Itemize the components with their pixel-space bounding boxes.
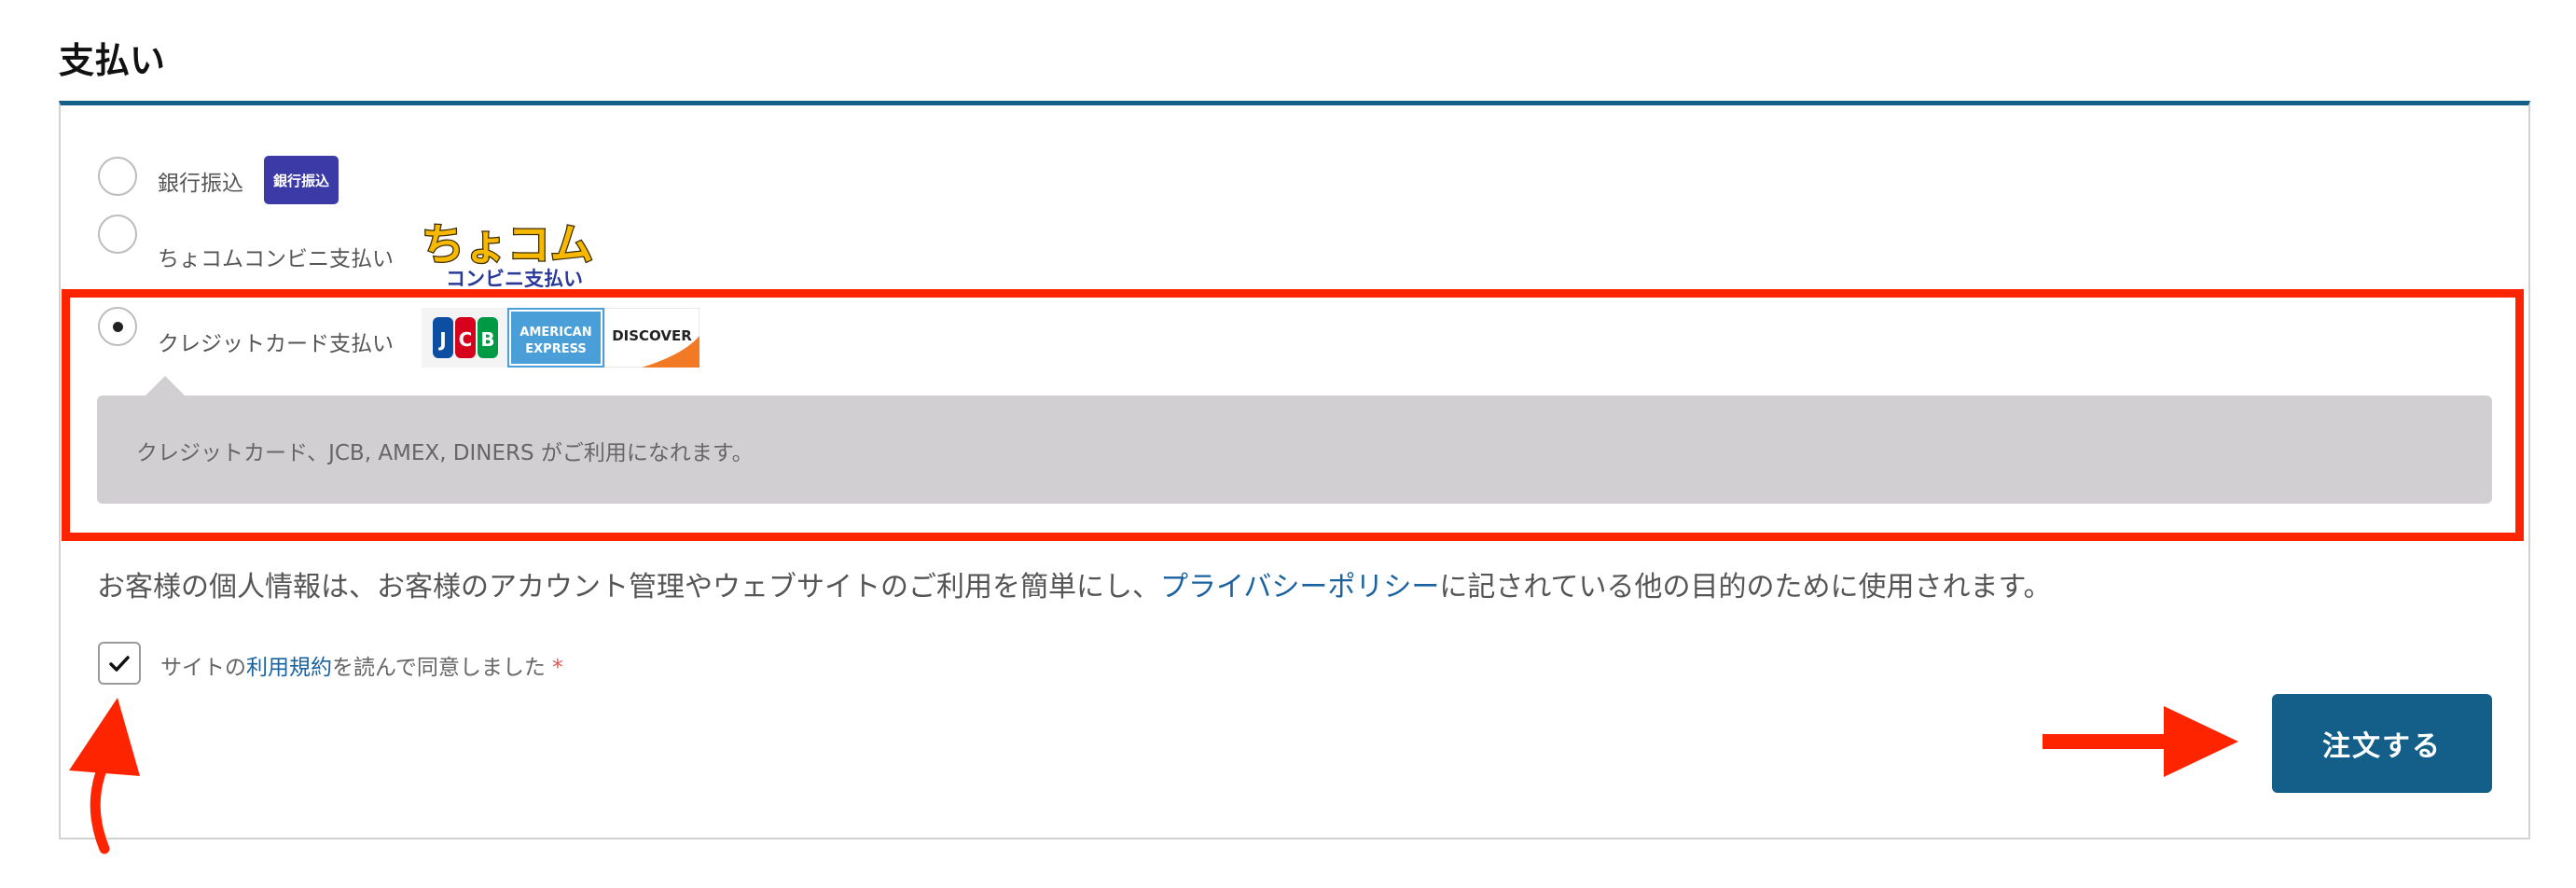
svg-text:B: B <box>480 328 494 351</box>
checkmark-icon <box>109 656 130 672</box>
jcb-logo: J C B <box>422 308 507 368</box>
chocom-logo-text: ちょコム <box>422 219 593 270</box>
privacy-text-before: お客様の個人情報は、お客様のアカウント管理やウェブサイトのご利用を簡単にし、 <box>97 571 1160 604</box>
terms-text-before: サイトの <box>160 656 246 680</box>
amex-logo: AMERICAN EXPRESS <box>507 308 604 368</box>
privacy-notice: お客様の個人情報は、お客様のアカウント管理やウェブサイトのご利用を簡単にし、プラ… <box>97 563 2052 604</box>
radio-selected-dot <box>112 321 123 332</box>
terms-text-after: を読んで同意しました <box>332 656 546 680</box>
svg-text:J: J <box>437 328 446 351</box>
radio-chocom[interactable] <box>98 215 137 254</box>
svg-text:C: C <box>459 328 473 351</box>
label-chocom: ちょコムコンビニ支払い <box>158 247 394 271</box>
credit-card-info-text: クレジットカード、JCB, AMEX, DINERS がご利用になれます。 <box>136 441 754 465</box>
label-credit-card: クレジットカード支払い <box>158 332 394 356</box>
svg-text:DISCOVER: DISCOVER <box>612 327 692 344</box>
label-bank-transfer: 銀行振込 <box>158 172 243 196</box>
required-mark: * <box>552 656 563 680</box>
svg-text:AMERICAN: AMERICAN <box>519 326 591 340</box>
svg-text:EXPRESS: EXPRESS <box>525 342 586 356</box>
credit-card-info-panel: クレジットカード、JCB, AMEX, DINERS がご利用になれます。 <box>97 395 2492 504</box>
terms-checkbox[interactable] <box>98 642 141 685</box>
privacy-text-after: に記されている他の目的のために使用されます。 <box>1439 571 2052 604</box>
bank-transfer-logo: 銀行振込 <box>264 156 339 204</box>
terms-of-service-link[interactable]: 利用規約 <box>246 656 332 680</box>
privacy-policy-link[interactable]: プライバシーポリシー <box>1160 571 1439 604</box>
page-title: 支払い <box>59 40 166 81</box>
radio-credit-card[interactable] <box>98 307 137 346</box>
discover-logo: DISCOVER <box>604 308 699 368</box>
info-panel-pointer <box>145 376 185 395</box>
chocom-logo-subtext: コンビニ支払い <box>446 268 583 290</box>
place-order-button[interactable]: 注文する <box>2272 694 2492 793</box>
terms-label: サイトの利用規約を読んで同意しました * <box>160 649 563 681</box>
chocom-logo: ちょコム コンビニ支払い <box>421 218 593 291</box>
radio-bank-transfer[interactable] <box>98 157 137 196</box>
